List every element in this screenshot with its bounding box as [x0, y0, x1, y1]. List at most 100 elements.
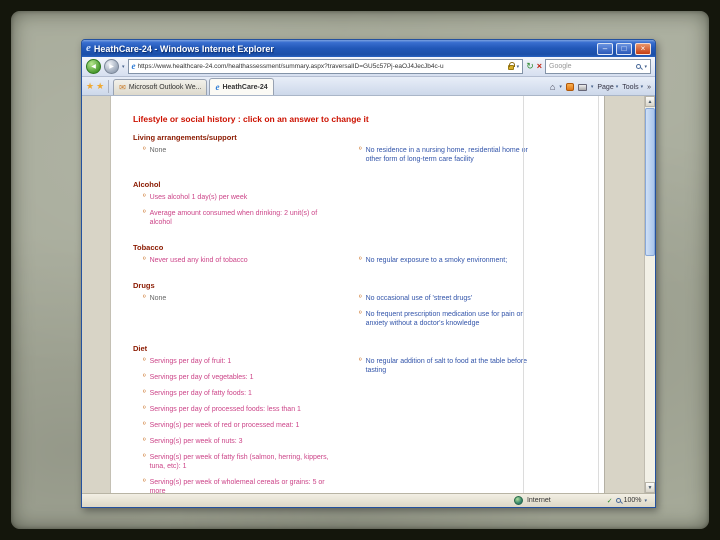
history-dropdown-icon[interactable]: ▾ [122, 64, 125, 70]
bullet-icon: º [143, 210, 146, 217]
list-item: º Serving(s) per week of red or processed… [143, 421, 341, 430]
list-item: º Servings per day of fruit: 1 [143, 357, 341, 366]
scroll-up-button[interactable]: ▲ [645, 96, 655, 107]
answer-link[interactable]: None [150, 146, 167, 155]
answer-link[interactable]: Uses alcohol 1 day(s) per week [150, 193, 248, 202]
answer-link[interactable]: Serving(s) per week of wholemeal cereals… [150, 478, 341, 493]
section-living-arrangements-support: Living arrangements/support º None º No resi… [133, 133, 604, 171]
bullet-icon: º [359, 147, 362, 154]
back-button[interactable]: ◀ [86, 59, 101, 74]
section-columns: º Servings per day of fruit: 1 º Servings p… [133, 357, 604, 493]
answer-link[interactable]: Never used any kind of tobacco [150, 256, 248, 265]
bullet-icon: º [143, 295, 146, 302]
url-text: https://www.healthcare-24.com/healthasse… [137, 63, 444, 70]
title-bar[interactable]: e HeathCare-24 - Windows Internet Explor… [82, 40, 655, 57]
internet-zone-icon [513, 496, 523, 505]
answer-link[interactable]: Serving(s) per week of red or processed … [150, 421, 300, 430]
zoom-icon [615, 498, 621, 503]
page-menu[interactable]: Page ▾ [597, 84, 618, 91]
zoom-control[interactable]: ✓ 100% ▾ [607, 497, 647, 505]
right-answer-column: º No regular exposure to a smoky environm… [349, 256, 529, 272]
answer-link[interactable]: No regular exposure to a smoky environme… [366, 256, 508, 265]
address-input[interactable]: e https://www.healthcare-24.com/healthas… [127, 59, 524, 74]
feeds-icon[interactable] [565, 83, 574, 91]
left-answer-column: º Uses alcohol 1 day(s) per week º Average … [133, 193, 341, 234]
page-title: Lifestyle or social history : click on a… [133, 114, 369, 124]
section-columns: º Never used any kind of tobacco º No regul… [133, 256, 604, 272]
tab-healthcare24[interactable]: e HeathCare-24 [209, 78, 274, 95]
overflow-chevron-icon[interactable]: » [647, 84, 651, 91]
list-item: º No regular exposure to a smoky environm… [359, 256, 529, 265]
scrollbar-thumb[interactable] [645, 108, 655, 256]
list-item: º None [143, 146, 341, 155]
maximize-button[interactable]: □ [616, 42, 632, 55]
list-item: º Serving(s) per week of nuts: 3 [143, 437, 341, 446]
answer-link[interactable]: Serving(s) per week of fatty fish (salmo… [150, 453, 341, 471]
bullet-icon: º [143, 406, 146, 413]
tab-label: Microsoft Outlook We... [128, 84, 202, 91]
left-answer-column: º Never used any kind of tobacco [133, 256, 341, 272]
zoom-dropdown-icon[interactable]: ▾ [644, 498, 647, 504]
stop-button[interactable]: × [537, 62, 542, 71]
list-item: º Servings per day of fatty foods: 1 [143, 389, 341, 398]
ssl-lock-icon [507, 62, 515, 70]
close-button[interactable]: × [635, 42, 651, 55]
slide-paper: e HeathCare-24 - Windows Internet Explor… [11, 11, 709, 529]
browser-viewport: Lifestyle or social history : click on a… [82, 96, 655, 493]
home-icon[interactable]: ⌂ [550, 82, 555, 92]
section-drugs: Drugs º None º No occasional use of 'street … [133, 281, 604, 335]
answer-link[interactable]: No residence in a nursing home, resident… [366, 146, 529, 164]
left-answer-column: º None [133, 294, 341, 335]
search-icon[interactable] [636, 64, 642, 69]
refresh-button[interactable]: ↻ [526, 62, 534, 71]
divider [108, 80, 110, 93]
command-bar: ⌂ ▾ ▾ Page ▾ Tools ▾ » [550, 82, 651, 95]
bullet-icon: º [143, 422, 146, 429]
scroll-down-button[interactable]: ▼ [645, 482, 655, 493]
section-columns: º Uses alcohol 1 day(s) per week º Average … [133, 193, 604, 234]
list-item: º Average amount consumed when drinking: … [143, 209, 341, 227]
page-favicon-icon: e [131, 61, 136, 71]
tab-label: HeathCare-24 [222, 83, 268, 91]
answer-link[interactable]: Serving(s) per week of nuts: 3 [150, 437, 243, 446]
favorites-star-icon[interactable]: ★ [86, 81, 94, 92]
answer-link[interactable]: Servings per day of vegetables: 1 [150, 373, 254, 382]
address-dropdown-icon[interactable]: ▾ [517, 64, 520, 70]
minimize-button[interactable]: – [597, 42, 613, 55]
answer-link[interactable]: None [150, 294, 167, 303]
vertical-scrollbar[interactable]: ▲ ▼ [644, 96, 655, 493]
add-favorite-icon[interactable]: ★ [96, 81, 104, 92]
print-icon[interactable] [577, 83, 587, 91]
section-heading: Tobacco [133, 243, 164, 252]
section-heading: Living arrangements/support [133, 133, 237, 142]
right-answer-column: º No residence in a nursing home, residen… [349, 146, 529, 171]
left-answer-column: º None [133, 146, 341, 171]
browser-window: e HeathCare-24 - Windows Internet Explor… [81, 39, 656, 508]
outlook-icon: ✉ [119, 83, 126, 92]
section-columns: º None º No occasional use of 'street drugs… [133, 294, 604, 335]
search-input[interactable]: Google ▾ [545, 59, 651, 74]
tab-outlook[interactable]: ✉ Microsoft Outlook We... [113, 79, 208, 95]
answer-link[interactable]: Average amount consumed when drinking: 2… [150, 209, 341, 227]
window-title: HeathCare-24 - Windows Internet Explorer [93, 43, 274, 54]
answer-link[interactable]: Servings per day of fatty foods: 1 [150, 389, 252, 398]
answer-link[interactable]: Servings per day of fruit: 1 [150, 357, 232, 366]
tools-menu[interactable]: Tools ▾ [622, 84, 643, 91]
home-dropdown-icon[interactable]: ▾ [559, 84, 562, 90]
search-dropdown-icon[interactable]: ▾ [644, 64, 647, 70]
answer-link[interactable]: Servings per day of processed foods: les… [150, 405, 301, 414]
search-provider-text: Google [549, 63, 572, 70]
right-answer-column [349, 193, 529, 234]
answer-link[interactable]: No frequent prescription medication use … [366, 310, 529, 328]
bullet-icon: º [143, 358, 146, 365]
answer-link[interactable]: No regular addition of salt to food at t… [366, 357, 529, 375]
list-item: º Uses alcohol 1 day(s) per week [143, 193, 341, 202]
list-item: º None [143, 294, 341, 303]
answer-link[interactable]: No occasional use of 'street drugs' [366, 294, 473, 303]
right-answer-column: º No occasional use of 'street drugs' º No … [349, 294, 529, 335]
forward-button[interactable]: ▶ [104, 59, 119, 74]
print-dropdown-icon[interactable]: ▾ [591, 84, 594, 90]
chevron-down-icon: ▾ [615, 84, 619, 90]
web-page: Lifestyle or social history : click on a… [110, 96, 605, 493]
address-bar: ◀ ▶ ▾ e https://www.healthcare-24.com/he… [82, 57, 655, 77]
